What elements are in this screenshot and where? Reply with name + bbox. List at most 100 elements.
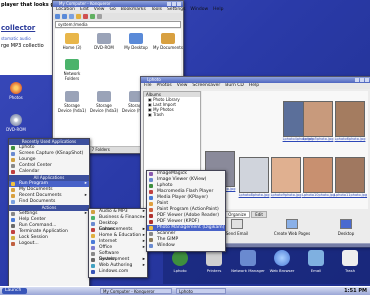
menu-help[interactable]: Help [249,83,259,89]
photo-caption: Lphoto10photo.jpg [302,193,336,197]
photo-thumbnail[interactable]: Lphoto9photo.jpg [270,157,302,197]
stop-icon[interactable] [83,14,88,19]
file-label: DVD-ROM [94,45,114,50]
menu-window[interactable]: Window [190,7,208,13]
logout-icon [11,242,15,246]
globe-icon [274,250,290,266]
menu-help[interactable]: Help [213,7,223,13]
photo-image [271,157,301,193]
zoom-icon[interactable] [97,14,102,19]
photo-manager-titlebar[interactable]: Lphoto [141,77,370,83]
minimize-icon[interactable] [167,2,171,6]
menu-burn-cd[interactable]: Burn CD [225,83,244,89]
dock-item-printers[interactable]: Printers [197,250,231,273]
photo-caption: Lphoto11photo.jpg [334,193,368,197]
photo-thumbnail[interactable]: Lphoto11photo.jpg [334,157,368,197]
submenu-item-lindows[interactable]: Lindows.com [89,269,147,275]
photo-grid: Lphoto4photo.jpg Lphoto5photo.jpg Lphoto… [202,91,368,209]
desktop-icon-dvd[interactable]: DVD-ROM [4,114,28,132]
menu-item-find-documents[interactable]: Find Documents [9,199,89,205]
photo-caption: Lphoto8photo.jpg [238,193,270,197]
dock-item-lphoto[interactable]: Lphoto [163,250,197,273]
menu-file[interactable]: File [144,83,152,89]
up-icon[interactable] [69,14,74,19]
menu-label: Window [157,243,175,248]
email-icon [231,219,243,229]
launch-button[interactable]: Launch [2,288,27,294]
menu-go[interactable]: Go [109,7,115,13]
photo-thumbnail[interactable]: Lphoto10photo.jpg [302,157,336,197]
menu-view[interactable]: View [94,7,105,13]
close-icon[interactable] [365,78,369,82]
camera-icon [11,152,15,156]
web-title-link[interactable]: collector [1,24,35,32]
audio-icon [91,210,95,214]
reload-icon[interactable] [90,14,95,19]
graphics-item-window[interactable]: Window [147,243,225,249]
desktop-icon-photos[interactable]: Photos [4,82,28,100]
maximize-icon[interactable] [172,2,176,6]
photo-image [303,101,333,137]
desktop-button[interactable]: Desktop [328,219,364,236]
close-icon[interactable] [177,2,181,6]
menu-location[interactable]: Location [56,7,75,13]
menu-label: Audio & MP3 [99,209,128,214]
menu-edit[interactable]: Edit [80,7,89,13]
dock-item-trash[interactable]: Trash [333,250,367,273]
album-item[interactable]: ▣ Trash [144,112,200,117]
file-manager-toolbar [53,13,183,20]
file-item[interactable]: Storage Device (hda3) [89,91,119,113]
photo-thumbnail[interactable]: Lphoto5photo.jpg [302,101,334,141]
desktop-icon-label: DVD-ROM [6,127,26,132]
menu-item-calendar[interactable]: Calendar [9,169,89,175]
file-item[interactable]: Network Folders [57,59,87,81]
desktop-folder-icon [129,33,143,44]
menu-label: Settings [19,211,38,216]
lounge-icon [11,158,15,162]
home-icon[interactable] [76,14,81,19]
photo-thumbnail[interactable]: Lphoto6photo.jpg [334,101,366,141]
photo-actions: Send Email Create Web Pages Desktop [202,219,368,243]
menu-label: System [99,257,116,262]
tab-organize[interactable]: Organize [224,211,251,218]
help-icon [11,218,15,222]
menu-label: Business & Finance [99,215,143,220]
file-item[interactable]: Home (3) [57,33,87,50]
forward-icon[interactable] [62,14,67,19]
create-web-pages-button[interactable]: Create Web Pages [272,219,312,236]
menu-label: Internet [99,239,117,244]
dock-item-network[interactable]: Network Manager [231,250,265,273]
send-email-button[interactable]: Send Email [222,219,252,236]
network-icon [240,250,256,266]
scanner-icon [149,232,153,236]
menu-photos[interactable]: Photos [157,83,172,89]
web-page-fragment: player that looks g collector stomatic a… [0,0,58,75]
web-sub-link[interactable]: stomatic audio [1,36,31,41]
menu-settings[interactable]: Settings [167,7,185,13]
file-manager-titlebar[interactable]: My Computer - Konqueror [53,1,183,7]
dock-item-email[interactable]: Email [299,250,333,273]
task-file-manager[interactable]: My Computer - Konqueror [100,288,172,294]
photo-thumbnail[interactable]: Lphoto8photo.jpg [238,157,270,197]
back-icon[interactable] [55,14,60,19]
task-lphoto[interactable]: Lphoto [176,288,226,294]
maximize-icon[interactable] [360,78,364,82]
menu-label: Control Center [19,163,52,168]
file-item[interactable]: DVD-ROM [89,33,119,50]
menu-label: Find Documents [19,199,56,204]
web-authoring-icon [91,264,95,268]
tab-edit[interactable]: Edit [251,211,267,218]
file-item[interactable]: Storage Device (hda1) [57,91,87,113]
file-item[interactable]: My Desktop [121,33,151,50]
menu-view[interactable]: View [177,83,188,89]
file-item[interactable]: My Documents [153,33,183,50]
minimize-icon[interactable] [355,78,359,82]
address-bar[interactable]: system:/media [55,21,181,28]
network-folder-icon [65,59,79,70]
menu-tools[interactable]: Tools [151,7,162,13]
menu-bookmarks[interactable]: Bookmarks [121,7,146,13]
menu-item-logout[interactable]: Logout... [9,241,89,247]
menu-screensaver[interactable]: Screensaver [192,83,220,89]
dock-item-browser[interactable]: Web Browser [265,250,299,273]
dock-label: Lphoto [173,268,187,273]
